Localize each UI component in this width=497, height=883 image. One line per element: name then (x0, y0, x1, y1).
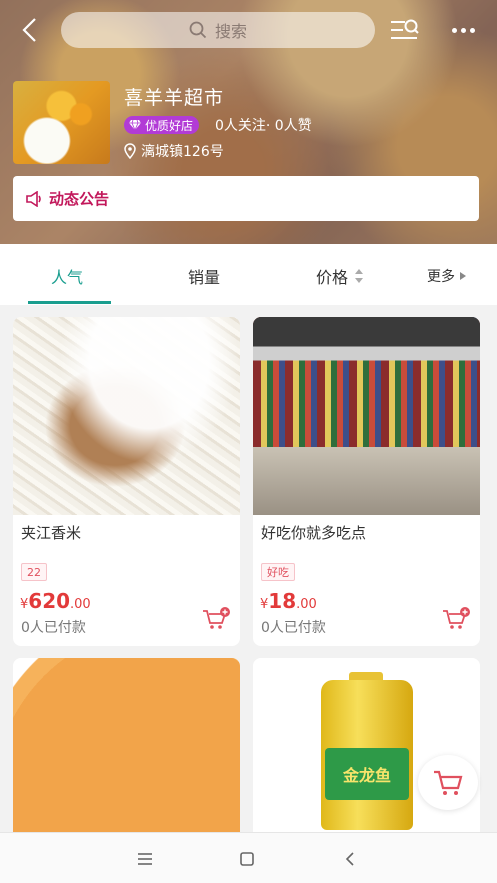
store-info: 喜羊羊超市 优质好店 0人关注· 0人赞 漓城镇126号 (13, 81, 483, 165)
tab-popularity[interactable]: 人气 (51, 264, 83, 288)
product-price: ¥620.00 (20, 589, 91, 613)
shopping-cart-icon (434, 770, 463, 795)
announcement-label: 动态公告 (49, 190, 110, 208)
search-icon (189, 21, 207, 39)
price-decimal: .00 (70, 597, 91, 612)
store-stats: 0人关注· 0人赞 (215, 118, 312, 134)
add-to-cart-icon[interactable] (441, 606, 471, 632)
sort-tabs: 人气 销量 价格 更多 (0, 244, 497, 305)
add-to-cart-icon[interactable] (201, 606, 231, 632)
product-title: 好吃你就多吃点 (261, 524, 367, 542)
product-sold-count: 0人已付款 (261, 620, 326, 636)
chevron-left-icon (345, 852, 354, 866)
dot-icon (460, 27, 466, 33)
dot-icon (469, 27, 475, 33)
badge-label: 优质好店 (145, 118, 194, 133)
tab-price-label: 价格 (316, 268, 349, 287)
product-card[interactable]: 好吃你就多吃点 好吃 ¥18.00 0人已付款 (253, 317, 480, 646)
price-decimal: .00 (296, 597, 317, 612)
sort-arrows-icon (355, 269, 364, 283)
product-price: ¥18.00 (260, 589, 317, 613)
product-tag: 22 (21, 563, 47, 581)
tab-price[interactable]: 价格 (316, 264, 364, 288)
caret-right-icon (460, 272, 466, 280)
product-image[interactable] (253, 317, 480, 515)
store-name: 喜羊羊超市 (124, 87, 225, 109)
announcement-bar[interactable]: 动态公告 (13, 176, 479, 221)
store-avatar[interactable] (13, 81, 110, 164)
menu-icon (138, 853, 152, 865)
more-options-button[interactable] (443, 14, 483, 46)
store-address: 漓城镇126号 (124, 141, 224, 161)
product-tag: 好吃 (261, 563, 295, 581)
search-placeholder: 搜索 (214, 22, 247, 41)
tab-more[interactable]: 更多 (427, 266, 467, 286)
chevron-left-icon (22, 18, 36, 42)
location-icon (124, 143, 136, 159)
list-search-icon (391, 19, 419, 39)
back-button[interactable] (14, 14, 44, 46)
product-sold-count: 0人已付款 (21, 620, 86, 636)
diamond-icon (129, 119, 141, 131)
active-tab-indicator (28, 301, 111, 304)
price-integer: 620 (28, 589, 71, 613)
dot-icon (451, 27, 457, 33)
nav-home-button[interactable] (235, 847, 259, 871)
search-input[interactable]: 搜索 (61, 12, 375, 48)
top-bar: 搜索 (0, 8, 497, 52)
product-card[interactable]: 夹江香米 22 ¥620.00 0人已付款 (13, 317, 240, 646)
category-search-button[interactable] (388, 14, 422, 46)
tab-more-label: 更多 (427, 269, 455, 285)
nav-menu-button[interactable] (133, 847, 157, 871)
home-square-icon (240, 852, 254, 866)
product-image[interactable] (13, 317, 240, 515)
product-title: 夹江香米 (21, 524, 82, 542)
product-image[interactable] (13, 658, 240, 832)
system-nav-bar (0, 832, 497, 883)
price-integer: 18 (268, 589, 297, 613)
nav-back-button[interactable] (338, 847, 362, 871)
floating-cart-button[interactable] (418, 755, 478, 810)
quality-store-badge: 优质好店 (124, 116, 200, 134)
megaphone-icon (26, 190, 41, 207)
product-card[interactable] (13, 658, 240, 832)
bottle-label: 金龙鱼 (325, 748, 409, 800)
address-text: 漓城镇126号 (141, 144, 224, 160)
tab-sales[interactable]: 销量 (188, 264, 220, 288)
